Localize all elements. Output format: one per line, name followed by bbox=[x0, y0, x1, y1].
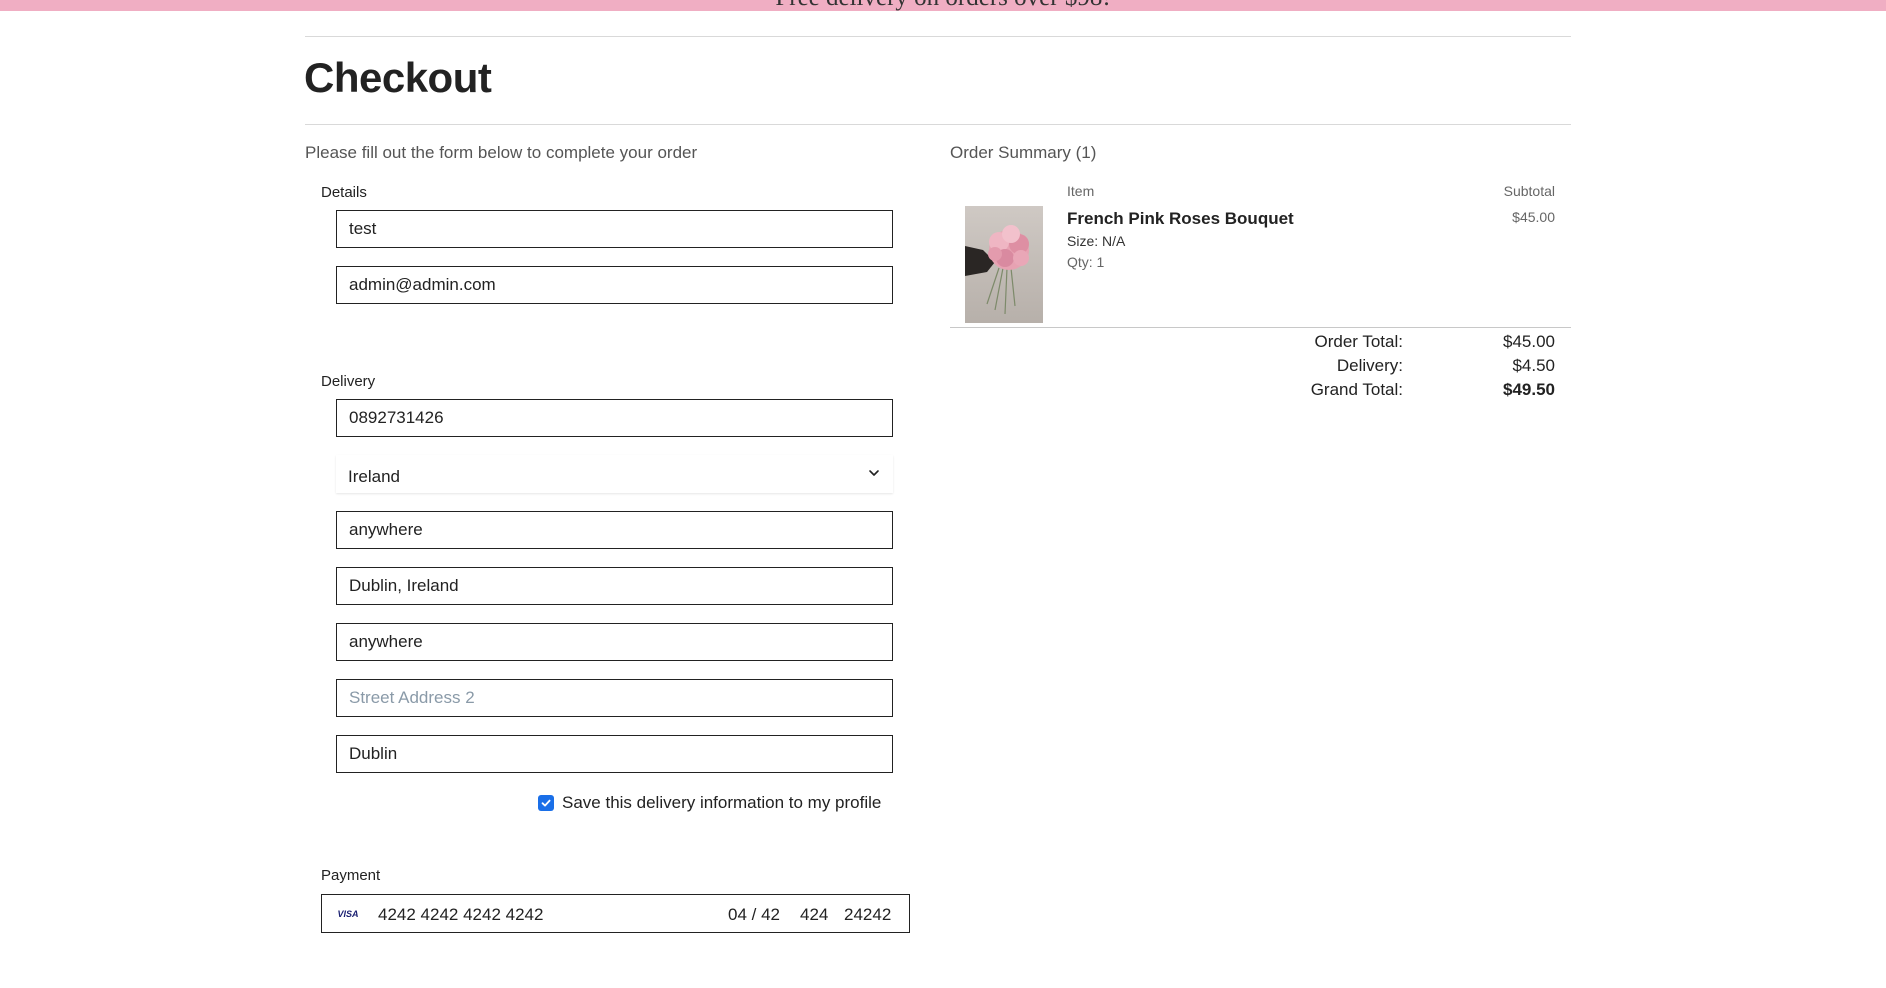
card-expiry-field[interactable]: 04 / 42 bbox=[728, 905, 780, 925]
town-input[interactable] bbox=[336, 567, 893, 605]
street-address-1-input[interactable] bbox=[336, 623, 893, 661]
product-size: Size: N/A bbox=[1067, 233, 1126, 249]
product-name: French Pink Roses Bouquet bbox=[1067, 209, 1294, 228]
header-divider bbox=[305, 36, 1571, 37]
product-subtotal: $45.00 bbox=[1512, 209, 1555, 225]
card-number-field[interactable]: 4242 4242 4242 4242 bbox=[378, 905, 543, 925]
details-section-label: Details bbox=[321, 184, 367, 201]
country-select[interactable]: Ireland bbox=[336, 455, 893, 493]
order-total-value: $45.00 bbox=[1503, 332, 1555, 351]
title-divider bbox=[305, 124, 1571, 125]
order-summary-title: Order Summary (1) bbox=[950, 143, 1097, 162]
delivery-cost-label: Delivery: bbox=[1336, 356, 1403, 375]
checkmark-icon bbox=[541, 799, 551, 807]
card-element[interactable]: VISA 4242 4242 4242 4242 04 / 42 424 242… bbox=[321, 894, 910, 933]
column-header-item: Item bbox=[1067, 183, 1095, 199]
phone-input[interactable] bbox=[336, 399, 893, 437]
card-postal-field[interactable]: 24242 bbox=[844, 905, 891, 925]
street-address-2-input[interactable] bbox=[336, 679, 893, 717]
order-total-label: Order Total: bbox=[1314, 332, 1403, 351]
save-info-label: Save this delivery information to my pro… bbox=[562, 793, 882, 812]
card-cvc-field[interactable]: 424 bbox=[800, 905, 828, 925]
product-qty: Qty: 1 bbox=[1067, 254, 1105, 270]
delivery-cost-value: $4.50 bbox=[1512, 356, 1555, 375]
column-header-subtotal: Subtotal bbox=[1503, 183, 1555, 199]
chevron-down-icon bbox=[869, 470, 879, 476]
promo-banner: Free delivery on orders over $98! bbox=[0, 0, 1886, 11]
checkout-intro: Please fill out the form below to comple… bbox=[305, 143, 698, 162]
save-info-checkbox[interactable] bbox=[538, 795, 554, 811]
full-name-input[interactable] bbox=[336, 210, 893, 248]
promo-banner-text: Free delivery on orders over $98! bbox=[0, 0, 1886, 11]
visa-card-icon: VISA bbox=[337, 909, 359, 919]
grand-total-label: Grand Total: bbox=[1310, 380, 1403, 399]
save-info-row[interactable]: Save this delivery information to my pro… bbox=[538, 793, 881, 813]
delivery-section-label: Delivery bbox=[321, 373, 376, 390]
email-input[interactable] bbox=[336, 266, 893, 304]
product-image bbox=[965, 206, 1043, 323]
postcode-input[interactable] bbox=[336, 511, 893, 549]
payment-section-label: Payment bbox=[321, 867, 381, 884]
country-select-value: Ireland bbox=[348, 467, 400, 486]
summary-divider bbox=[950, 327, 1571, 328]
grand-total-value: $49.50 bbox=[1503, 380, 1555, 399]
county-input[interactable] bbox=[336, 735, 893, 773]
page-title: Checkout bbox=[304, 54, 492, 101]
